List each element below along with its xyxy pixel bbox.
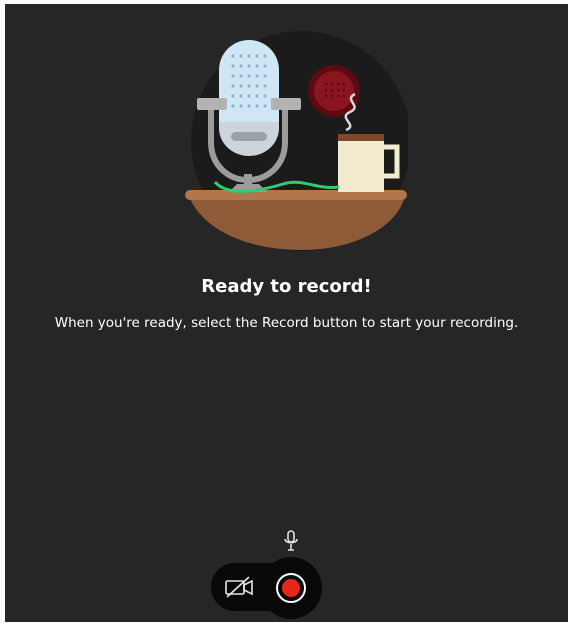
ready-title: Ready to record! <box>201 276 372 297</box>
recorder-panel: Ready to record! When you're ready, sele… <box>5 4 568 622</box>
podcast-illustration <box>185 31 408 251</box>
microphone-icon <box>284 530 298 551</box>
record-icon <box>276 573 306 603</box>
record-button[interactable] <box>260 557 322 619</box>
record-dot <box>282 579 300 597</box>
camera-off-icon <box>225 576 253 598</box>
ready-message: When you're ready, select the Record but… <box>54 315 519 331</box>
